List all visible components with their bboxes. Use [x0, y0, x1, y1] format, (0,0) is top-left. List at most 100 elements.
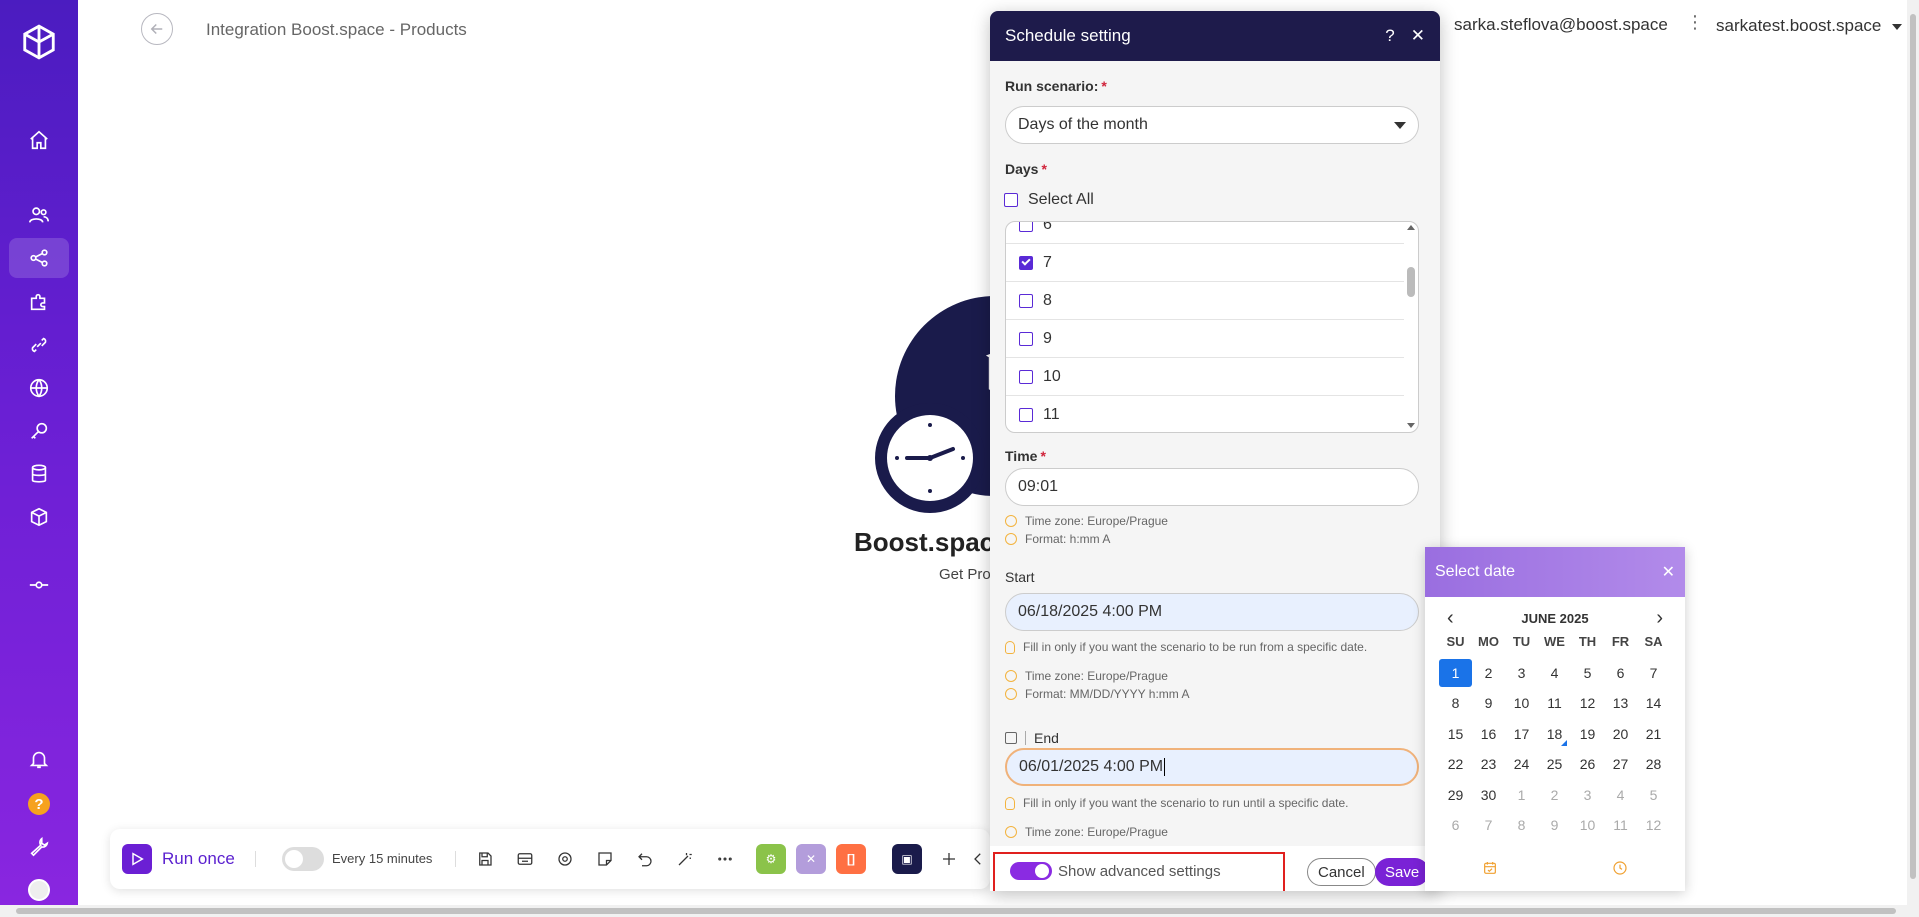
- chevron-left-icon[interactable]: [968, 846, 988, 872]
- save-button[interactable]: Save: [1375, 858, 1430, 886]
- clock-icon[interactable]: [875, 403, 985, 513]
- clock-icon[interactable]: [1612, 860, 1628, 881]
- more-horizontal-icon[interactable]: [712, 846, 738, 872]
- calendar-day[interactable]: 12: [1571, 689, 1604, 717]
- text-parser-icon[interactable]: []: [836, 844, 866, 874]
- calendar-day[interactable]: 24: [1505, 750, 1538, 778]
- link-icon[interactable]: [0, 325, 78, 365]
- checkbox[interactable]: [1019, 255, 1033, 270]
- day-option[interactable]: 9: [1006, 320, 1404, 358]
- cancel-button[interactable]: Cancel: [1307, 858, 1376, 886]
- calendar-day[interactable]: 2: [1472, 659, 1505, 687]
- scroll-thumb[interactable]: [1407, 267, 1415, 297]
- calendar-day[interactable]: 18: [1538, 720, 1571, 748]
- magic-wand-icon[interactable]: [672, 846, 698, 872]
- box-icon[interactable]: [0, 497, 78, 537]
- user-email[interactable]: sarka.steflova@boost.space: [1454, 15, 1668, 35]
- run-scenario-select[interactable]: Days of the month: [1005, 106, 1419, 144]
- calendar-day[interactable]: 9: [1472, 689, 1505, 717]
- calendar-day[interactable]: 9: [1538, 811, 1571, 839]
- calendar-day[interactable]: 16: [1472, 720, 1505, 748]
- home-icon[interactable]: [0, 120, 78, 160]
- checkbox[interactable]: [1019, 407, 1033, 422]
- day-option[interactable]: 10: [1006, 358, 1404, 396]
- calendar-day[interactable]: 11: [1604, 811, 1637, 839]
- day-option[interactable]: 8: [1006, 282, 1404, 320]
- calendar-day[interactable]: 3: [1505, 659, 1538, 687]
- calendar-day[interactable]: 10: [1505, 689, 1538, 717]
- calendar-day[interactable]: 26: [1571, 750, 1604, 778]
- calendar-day[interactable]: 22: [1439, 750, 1472, 778]
- days-scrollbar[interactable]: [1404, 222, 1418, 432]
- calendar-day[interactable]: 27: [1604, 750, 1637, 778]
- help-icon[interactable]: ?: [1385, 26, 1394, 46]
- users-icon[interactable]: [0, 195, 78, 235]
- close-icon[interactable]: ✕: [1662, 562, 1675, 582]
- calendar-day[interactable]: 5: [1571, 659, 1604, 687]
- run-once-button[interactable]: Run once: [122, 841, 235, 877]
- calendar-day[interactable]: 6: [1604, 659, 1637, 687]
- calendar-day[interactable]: 11: [1538, 689, 1571, 717]
- calendar-day[interactable]: 3: [1571, 781, 1604, 809]
- calendar-day[interactable]: 30: [1472, 781, 1505, 809]
- calendar-day[interactable]: 7: [1637, 659, 1670, 687]
- calendar-day[interactable]: 23: [1472, 750, 1505, 778]
- checkbox[interactable]: [1019, 331, 1033, 346]
- calendar-day[interactable]: 4: [1538, 659, 1571, 687]
- logo-icon[interactable]: [0, 20, 78, 64]
- calendar-day[interactable]: 1: [1439, 658, 1472, 687]
- calendar-day[interactable]: 1: [1505, 781, 1538, 809]
- key-icon[interactable]: [0, 411, 78, 451]
- bell-icon[interactable]: [0, 739, 78, 779]
- horizontal-scrollbar[interactable]: [0, 905, 1919, 917]
- flow-control-icon[interactable]: ✕: [796, 844, 826, 874]
- calendar-icon[interactable]: [1482, 860, 1498, 881]
- scheduling-icon[interactable]: [512, 846, 538, 872]
- scroll-up-icon[interactable]: [1407, 225, 1415, 230]
- undo-icon[interactable]: [632, 846, 658, 872]
- scroll-down-icon[interactable]: [1407, 423, 1415, 428]
- calendar-day[interactable]: 15: [1439, 720, 1472, 748]
- advanced-settings-toggle[interactable]: [1010, 862, 1052, 880]
- avatar-icon[interactable]: [0, 870, 78, 910]
- month-label[interactable]: JUNE 2025: [1521, 611, 1588, 626]
- vertical-scrollbar[interactable]: [1907, 0, 1919, 905]
- scroll-thumb[interactable]: [16, 908, 1896, 914]
- puzzle-icon[interactable]: [0, 282, 78, 322]
- close-icon[interactable]: ✕: [1411, 26, 1425, 46]
- checkbox[interactable]: [1004, 193, 1018, 207]
- select-all-checkbox[interactable]: Select All: [1004, 191, 1094, 209]
- calendar-day[interactable]: 29: [1439, 781, 1472, 809]
- back-button[interactable]: [141, 13, 173, 45]
- calendar-day[interactable]: 10: [1571, 811, 1604, 839]
- note-icon[interactable]: [592, 846, 618, 872]
- calendar-day[interactable]: 5: [1637, 781, 1670, 809]
- calendar-day[interactable]: 7: [1472, 811, 1505, 839]
- start-input[interactable]: 06/18/2025 4:00 PM: [1005, 593, 1419, 631]
- calendar-day[interactable]: 2: [1538, 781, 1571, 809]
- calendar-day[interactable]: 28: [1637, 750, 1670, 778]
- checkbox[interactable]: [1019, 293, 1033, 308]
- scroll-thumb[interactable]: [1910, 14, 1916, 879]
- share-icon[interactable]: [9, 238, 69, 278]
- checkbox[interactable]: [1019, 369, 1033, 384]
- gear-icon[interactable]: [552, 846, 578, 872]
- calendar-day[interactable]: 19: [1571, 720, 1604, 748]
- schedule-toggle[interactable]: [282, 847, 324, 871]
- calendar-day[interactable]: 8: [1505, 811, 1538, 839]
- calendar-day[interactable]: 17: [1505, 720, 1538, 748]
- calendar-day[interactable]: 25: [1538, 750, 1571, 778]
- calendar-day[interactable]: 6: [1439, 811, 1472, 839]
- calendar-day[interactable]: 4: [1604, 781, 1637, 809]
- wrench-icon[interactable]: [0, 826, 78, 866]
- day-option[interactable]: 6: [1006, 222, 1404, 244]
- commit-icon[interactable]: [0, 565, 78, 605]
- help-icon[interactable]: ?: [0, 784, 78, 824]
- days-list[interactable]: 6 7 8 9 10 11: [1005, 221, 1419, 433]
- boost-space-module-icon[interactable]: ▣: [892, 844, 922, 874]
- calendar-day[interactable]: 20: [1604, 720, 1637, 748]
- calendar-day[interactable]: 21: [1637, 720, 1670, 748]
- day-option[interactable]: 7: [1006, 244, 1404, 282]
- end-input[interactable]: 06/01/2025 4:00 PM: [1005, 748, 1419, 786]
- more-vertical-icon[interactable]: ⋮: [1686, 12, 1704, 33]
